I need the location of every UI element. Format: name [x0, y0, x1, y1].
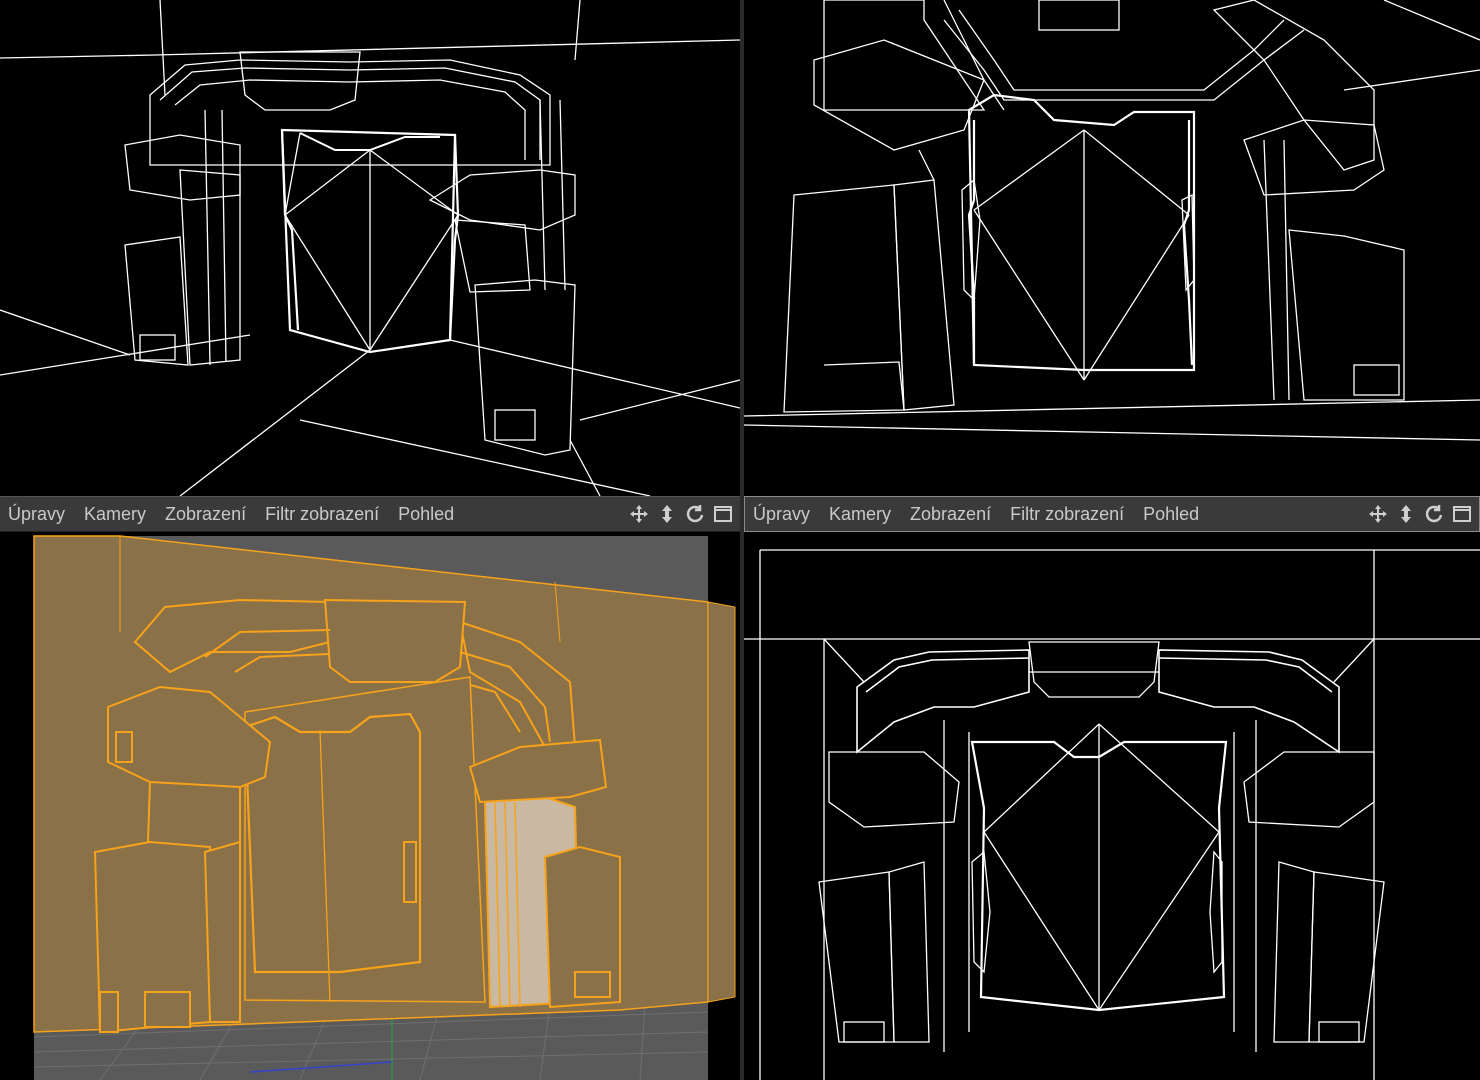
rotate-icon[interactable]	[684, 503, 706, 525]
menu-upravy[interactable]: Úpravy	[745, 504, 821, 525]
viewport-top-right[interactable]	[744, 0, 1480, 496]
menu-pohled[interactable]: Pohled	[390, 504, 465, 525]
maximize-icon[interactable]	[712, 503, 734, 525]
menu-filtr-zobrazeni[interactable]: Filtr zobrazení	[1002, 504, 1135, 525]
wireframe-door-closeup	[744, 0, 1480, 441]
shaded-door-selected	[33, 535, 736, 1080]
view-navigation-icons	[628, 503, 740, 525]
menu-zobrazeni[interactable]: Zobrazení	[902, 504, 1002, 525]
menu-kamery[interactable]: Kamery	[76, 504, 157, 525]
menu-zobrazeni[interactable]: Zobrazení	[157, 504, 257, 525]
wireframe-door-front	[744, 549, 1480, 1080]
vertical-move-icon[interactable]	[1395, 503, 1417, 525]
wireframe-door-perspective	[0, 0, 740, 496]
move-icon[interactable]	[628, 503, 650, 525]
viewport-bottom-right[interactable]	[744, 532, 1480, 1080]
viewport-menubar-left: Úpravy Kamery Zobrazení Filtr zobrazení …	[0, 496, 740, 532]
viewport-menubar-right: Úpravy Kamery Zobrazení Filtr zobrazení …	[744, 496, 1480, 532]
viewport-bottom-left[interactable]	[0, 532, 740, 1080]
menu-pohled[interactable]: Pohled	[1135, 504, 1210, 525]
menu-kamery[interactable]: Kamery	[821, 504, 902, 525]
vertical-move-icon[interactable]	[656, 503, 678, 525]
menu-upravy[interactable]: Úpravy	[0, 504, 76, 525]
move-icon[interactable]	[1367, 503, 1389, 525]
view-navigation-icons	[1367, 503, 1479, 525]
menu-filtr-zobrazeni[interactable]: Filtr zobrazení	[257, 504, 390, 525]
maximize-icon[interactable]	[1451, 503, 1473, 525]
viewport-top-left[interactable]	[0, 0, 740, 496]
rotate-icon[interactable]	[1423, 503, 1445, 525]
